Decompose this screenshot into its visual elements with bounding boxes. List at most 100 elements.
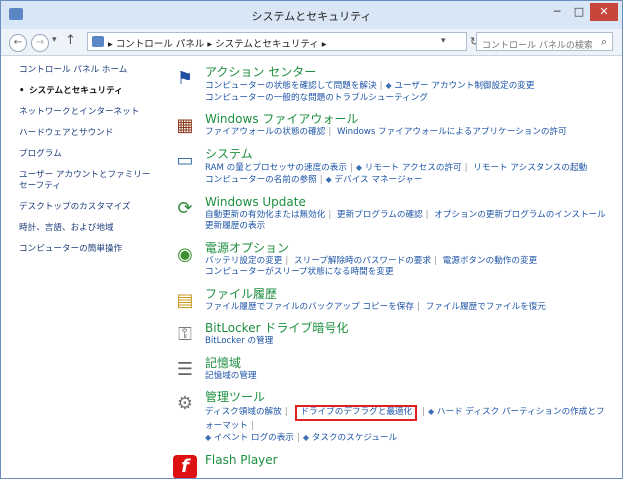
- defrag-link[interactable]: ドライブのデフラグと最適化: [300, 407, 412, 417]
- sidebar-item-label: コンピューターの簡単操作: [19, 244, 123, 254]
- control-panel-icon: [92, 36, 104, 47]
- task-link[interactable]: オプションの更新プログラムのインストール: [434, 210, 605, 220]
- task-link[interactable]: タスクのスケジュール: [312, 433, 397, 443]
- category-action-center: ⚑ アクション センター コンピューターの状態を確認して問題を解決 | ◆ ユーザー…: [173, 65, 613, 104]
- category-title[interactable]: ファイル履歴: [205, 287, 613, 302]
- task-link[interactable]: コンピューターの状態を確認して問題を解決: [205, 81, 377, 91]
- shield-icon: ◆: [302, 433, 310, 442]
- shield-icon: ◆: [428, 407, 435, 416]
- task-link[interactable]: バッテリ設定の変更: [205, 256, 282, 266]
- category-title[interactable]: Windows Update: [205, 195, 613, 210]
- minimize-button[interactable]: ─: [546, 3, 568, 21]
- maximize-button[interactable]: □: [568, 3, 590, 21]
- sidebar: コントロール パネル ホーム • システムとセキュリティ ネットワークとインターネ…: [19, 65, 159, 265]
- firewall-icon: ▦: [176, 115, 194, 136]
- sidebar-item-personalization[interactable]: デスクトップのカスタマイズ: [19, 202, 159, 213]
- search-icon[interactable]: ⌕: [601, 35, 607, 49]
- shield-icon: ◆: [205, 433, 212, 442]
- sidebar-item-label: システムとセキュリティ: [29, 86, 123, 96]
- flash-player-icon: f: [173, 454, 197, 478]
- sidebar-item-label: ハードウェアとサウンド: [19, 128, 114, 138]
- flag-icon: ⚑: [176, 68, 194, 89]
- category-title[interactable]: 管理ツール: [205, 390, 613, 405]
- category-title[interactable]: Windows ファイアウォール: [205, 112, 613, 127]
- shield-icon: ◆: [355, 162, 363, 172]
- sidebar-item-label: 時計、言語、および地域: [19, 223, 114, 233]
- task-link[interactable]: 自動更新の有効化または無効化: [205, 210, 325, 220]
- task-link[interactable]: ユーザー アカウント制御設定の変更: [394, 81, 534, 91]
- task-link[interactable]: リモート アクセスの許可: [365, 163, 462, 173]
- task-link[interactable]: コンピューターの一般的な問題のトラブルシューティング: [205, 93, 428, 103]
- category-title[interactable]: 記憶域: [205, 356, 613, 371]
- category-firewall: ▦ Windows ファイアウォール ファイアウォールの状態の確認 | Windo…: [173, 112, 613, 139]
- task-link[interactable]: 更新プログラムの確認: [337, 210, 423, 220]
- control-panel-window: システムとセキュリティ ─ □ ✕ ← → ▾ ↑ ▸ コントロール パネル ▸…: [0, 0, 623, 479]
- task-link[interactable]: ファイル履歴でファイルを復元: [426, 302, 546, 312]
- window-title: システムとセキュリティ: [251, 10, 372, 23]
- category-title[interactable]: アクション センター: [205, 65, 613, 80]
- shield-icon: ◆: [325, 175, 332, 184]
- category-title[interactable]: システム: [205, 147, 613, 162]
- folder-icon: ▤: [176, 289, 194, 311]
- category-bitlocker: ⚿ BitLocker ドライブ暗号化 BitLocker の管理: [173, 321, 613, 348]
- task-link[interactable]: イベント ログの表示: [214, 433, 294, 443]
- task-link[interactable]: コンピューターがスリープ状態になる時間を変更: [205, 267, 394, 277]
- category-windows-update: ⟳ Windows Update 自動更新の有効化または無効化 | 更新プログラム…: [173, 195, 613, 233]
- sidebar-item-user-accounts[interactable]: ユーザー アカウントとファミリー セーフティ: [19, 170, 159, 192]
- sidebar-item-clock-region[interactable]: 時計、言語、および地域: [19, 223, 159, 234]
- task-link[interactable]: リモート アシスタンスの起動: [473, 163, 587, 173]
- address-dropdown[interactable]: ▾: [441, 36, 446, 46]
- sidebar-item-label: ネットワークとインターネット: [19, 107, 140, 117]
- sidebar-item-hardware-sound[interactable]: ハードウェアとサウンド: [19, 128, 159, 139]
- storage-icon: ☰: [176, 358, 194, 380]
- recent-locations-dropdown[interactable]: ▾: [52, 35, 57, 45]
- breadcrumb[interactable]: ▸ コントロール パネル ▸ システムとセキュリティ ▸: [108, 36, 327, 50]
- task-link[interactable]: BitLocker の管理: [205, 336, 273, 346]
- category-title[interactable]: BitLocker ドライブ暗号化: [205, 321, 613, 336]
- search-box[interactable]: ⌕: [476, 32, 613, 55]
- category-power: ◉ 電源オプション バッテリ設定の変更 | スリープ解除時のパスワードの要求 | 電…: [173, 241, 613, 279]
- category-list: ⚑ アクション センター コンピューターの状態を確認して問題を解決 | ◆ ユーザー…: [173, 65, 613, 478]
- search-input[interactable]: [477, 37, 592, 55]
- sidebar-item-system-security: • システムとセキュリティ: [19, 86, 159, 97]
- task-link[interactable]: Windows ファイアウォールによるアプリケーションの許可: [337, 127, 567, 137]
- category-title[interactable]: Flash Player: [205, 453, 613, 468]
- task-link[interactable]: 更新履歴の表示: [205, 221, 265, 231]
- sidebar-item-network[interactable]: ネットワークとインターネット: [19, 107, 159, 118]
- sidebar-item-label: プログラム: [19, 149, 62, 159]
- close-button[interactable]: ✕: [590, 3, 618, 21]
- battery-icon: ◉: [177, 243, 193, 265]
- task-link[interactable]: デバイス マネージャー: [335, 175, 423, 185]
- task-link[interactable]: スリープ解除時のパスワードの要求: [294, 256, 431, 266]
- key-icon: ⚿: [178, 324, 192, 345]
- forward-button[interactable]: →: [31, 34, 49, 52]
- navigation-bar: ← → ▾ ↑ ▸ コントロール パネル ▸ システムとセキュリティ ▸ ▾ ↻…: [1, 29, 622, 56]
- category-storage: ☰ 記憶域 記憶域の管理: [173, 356, 613, 383]
- address-bar[interactable]: ▸ コントロール パネル ▸ システムとセキュリティ ▸ ▾: [87, 32, 467, 51]
- category-system: ▭ システム RAM の量とプロセッサの速度の表示 | ◆ リモート アクセスの許可…: [173, 147, 613, 187]
- sidebar-item-label: ユーザー アカウントとファミリー セーフティ: [19, 170, 151, 191]
- sidebar-item-ease-of-access[interactable]: コンピューターの簡単操作: [19, 244, 159, 255]
- category-admin-tools: ⚙ 管理ツール ディスク領域の解放 | ドライブのデフラグと最適化 | ◆ ハード デ…: [173, 390, 613, 445]
- tools-icon: ⚙: [176, 393, 194, 414]
- task-link[interactable]: 記憶域の管理: [205, 371, 257, 381]
- up-button[interactable]: ↑: [65, 33, 76, 48]
- category-title[interactable]: 電源オプション: [205, 241, 613, 256]
- task-link[interactable]: RAM の量とプロセッサの速度の表示: [205, 163, 347, 173]
- sidebar-item-label: デスクトップのカスタマイズ: [19, 202, 131, 212]
- task-link[interactable]: ファイアウォールの状態の確認: [205, 127, 325, 137]
- task-link[interactable]: コンピューターの名前の参照: [205, 175, 317, 185]
- update-icon: ⟳: [177, 197, 193, 219]
- category-file-history: ▤ ファイル履歴 ファイル履歴でファイルのバックアップ コピーを保存 | ファイル…: [173, 287, 613, 314]
- sidebar-item-label: コントロール パネル ホーム: [19, 65, 128, 75]
- shield-icon: ◆: [385, 81, 392, 90]
- back-button[interactable]: ←: [9, 34, 27, 52]
- sidebar-item-programs[interactable]: プログラム: [19, 149, 159, 160]
- task-link[interactable]: ディスク領域の解放: [205, 407, 282, 417]
- sidebar-item-home[interactable]: コントロール パネル ホーム: [19, 65, 159, 76]
- defrag-link-highlight: ドライブのデフラグと最適化: [295, 405, 418, 421]
- task-link[interactable]: 電源ボタンの動作の変更: [443, 256, 538, 266]
- title-bar[interactable]: システムとセキュリティ ─ □ ✕: [1, 1, 622, 29]
- current-bullet-icon: •: [19, 86, 25, 96]
- task-link[interactable]: ファイル履歴でファイルのバックアップ コピーを保存: [205, 302, 414, 312]
